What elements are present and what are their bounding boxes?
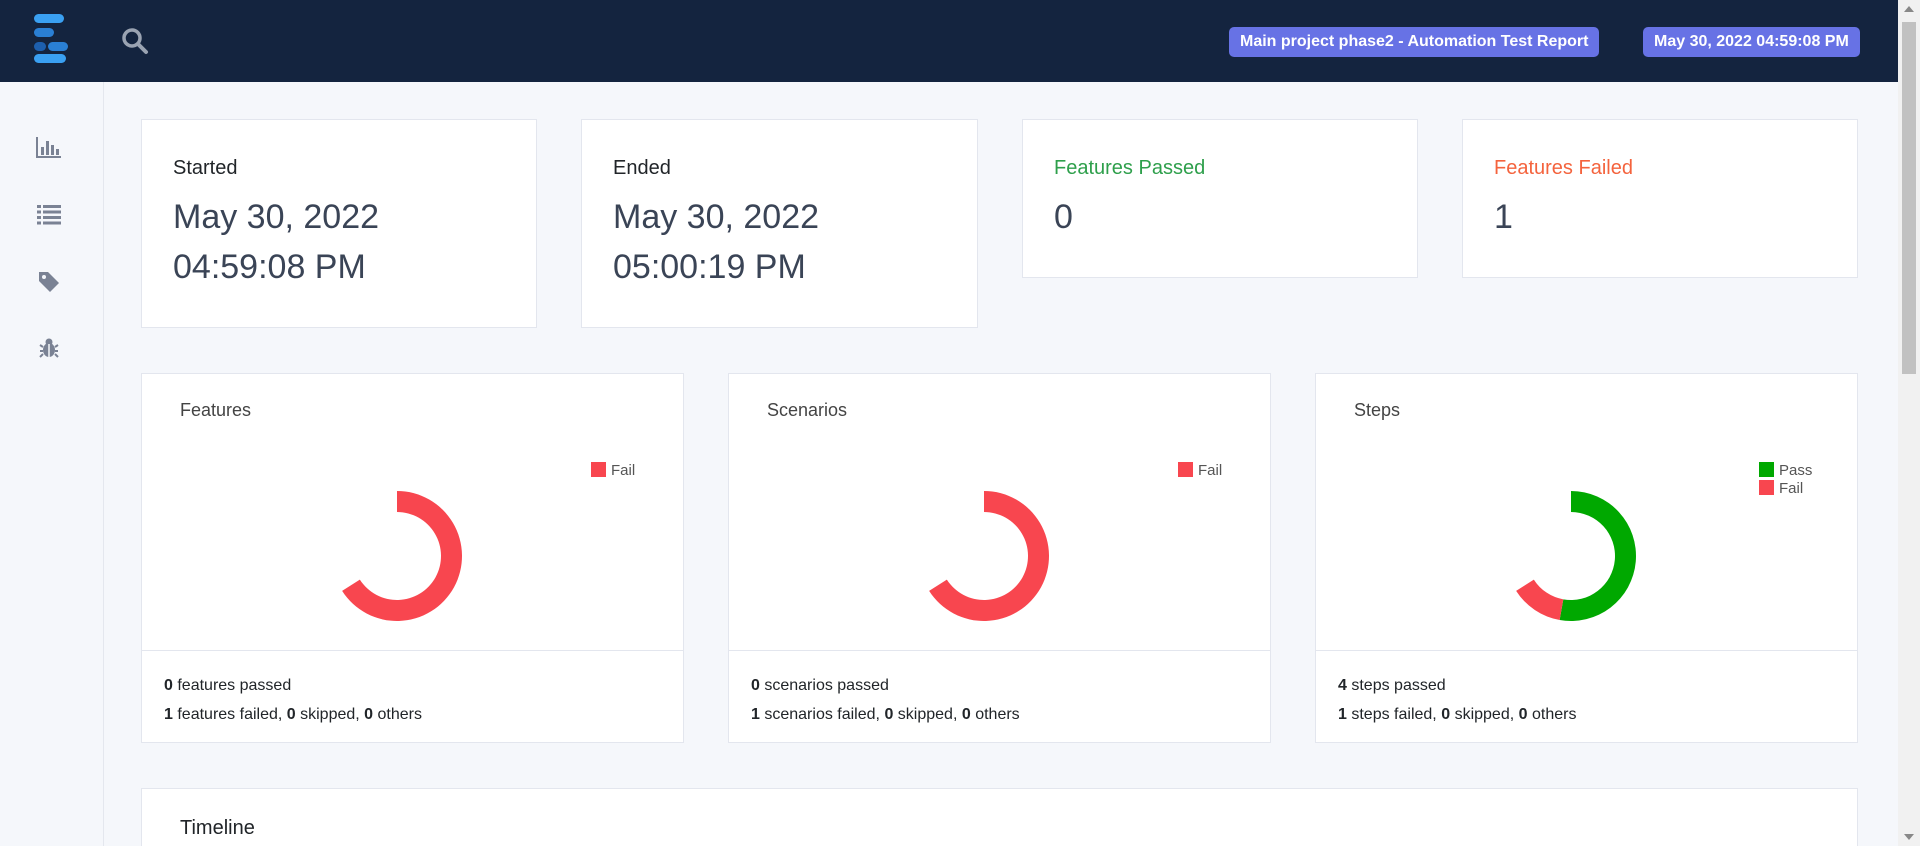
legend-label-fail: Fail xyxy=(611,462,635,479)
others-count: 0 xyxy=(1518,706,1528,723)
extent-logo[interactable] xyxy=(32,14,76,64)
features-failed-value: 1 xyxy=(1494,198,1513,236)
features-passed-card: Features Passed 0 xyxy=(1022,119,1418,278)
others-text: others xyxy=(1531,706,1577,723)
sidebar-item-tags[interactable] xyxy=(33,266,65,298)
passed-count: 0 xyxy=(751,677,760,694)
sidebar-item-exceptions[interactable] xyxy=(33,332,65,364)
scroll-up-arrow-icon[interactable] xyxy=(1904,6,1914,12)
steps-chart-card: Steps Pass Fail 4 steps passed 1 steps fa… xyxy=(1315,373,1858,743)
started-value: May 30, 2022 04:59:08 PM xyxy=(173,198,380,286)
features-summary: 0 features passed 1 features failed, 0 s… xyxy=(142,650,683,744)
steps-summary: 4 steps passed 1 steps failed, 0 skipped… xyxy=(1316,650,1857,744)
features-donut-chart: Fail xyxy=(342,462,635,621)
skipped-text: skipped, xyxy=(1454,706,1515,723)
page-scrollbar[interactable] xyxy=(1898,0,1920,846)
failed-count: 1 xyxy=(751,706,760,723)
failed-count: 1 xyxy=(1338,706,1347,723)
passed-count: 0 xyxy=(164,677,173,694)
bar-chart-icon xyxy=(36,137,61,158)
donut-slice-fail[interactable] xyxy=(1516,579,1564,620)
scenarios-chart-card: Scenarios Fail 0 scenarios passed 1 scen… xyxy=(728,373,1271,743)
scenarios-donut-chart: Fail xyxy=(929,462,1222,621)
failed-text: steps failed, xyxy=(1351,706,1437,723)
passed-text: features passed xyxy=(177,677,292,694)
report-title-badge: Main project phase2 - Automation Test Re… xyxy=(1229,27,1600,57)
donut-slice-fail[interactable] xyxy=(929,491,1049,621)
skipped-text: skipped, xyxy=(897,706,958,723)
legend-swatch-fail xyxy=(1759,480,1774,495)
passed-text: steps passed xyxy=(1351,677,1446,694)
timeline-card: Timeline xyxy=(141,788,1858,846)
skipped-count: 0 xyxy=(286,706,296,723)
legend-swatch-pass xyxy=(1759,462,1774,477)
ended-card: Ended May 30, 2022 05:00:19 PM xyxy=(581,119,978,328)
donut-slice-fail[interactable] xyxy=(342,491,462,621)
legend-swatch-fail xyxy=(591,462,606,477)
sidebar-item-dashboard[interactable] xyxy=(33,131,65,163)
skipped-count: 0 xyxy=(884,706,894,723)
failed-text: features failed, xyxy=(177,706,283,723)
others-text: others xyxy=(377,706,422,723)
failed-text: scenarios failed, xyxy=(764,706,880,723)
started-card: Started May 30, 2022 04:59:08 PM xyxy=(141,119,537,328)
sidebar xyxy=(0,82,104,846)
search-icon[interactable] xyxy=(120,26,150,56)
skipped-count: 0 xyxy=(1441,706,1451,723)
bug-icon xyxy=(39,338,59,358)
legend-label-pass: Pass xyxy=(1779,462,1812,479)
chart-title: Features xyxy=(180,400,252,420)
legend-label-fail: Fail xyxy=(1198,462,1222,479)
features-failed-label: Features Failed xyxy=(1494,157,1633,179)
failed-count: 1 xyxy=(164,706,173,723)
others-text: others xyxy=(975,706,1020,723)
features-chart-card: Features Fail 0 features passed 1 featur… xyxy=(141,373,684,743)
scenarios-summary: 0 scenarios passed 1 scenarios failed, 0… xyxy=(729,650,1270,744)
features-passed-label: Features Passed xyxy=(1054,157,1206,179)
passed-count: 4 xyxy=(1338,677,1347,694)
features-failed-card: Features Failed 1 xyxy=(1462,119,1858,278)
legend-label-fail: Fail xyxy=(1779,480,1803,497)
tag-icon xyxy=(39,272,59,292)
sidebar-item-features[interactable] xyxy=(33,198,65,230)
chart-title: Scenarios xyxy=(767,400,848,420)
scrollbar-thumb[interactable] xyxy=(1902,22,1916,374)
features-passed-value: 0 xyxy=(1054,198,1073,236)
report-date-badge: May 30, 2022 04:59:08 PM xyxy=(1643,27,1860,57)
others-count: 0 xyxy=(961,706,971,723)
others-count: 0 xyxy=(364,706,374,723)
started-label: Started xyxy=(173,157,238,179)
donut-slice-pass[interactable] xyxy=(1559,491,1636,621)
chart-title: Steps xyxy=(1354,400,1401,420)
ended-label: Ended xyxy=(613,157,671,179)
ended-value: May 30, 2022 05:00:19 PM xyxy=(613,198,820,286)
list-icon xyxy=(37,205,61,225)
scroll-down-arrow-icon[interactable] xyxy=(1904,834,1914,840)
passed-text: scenarios passed xyxy=(764,677,889,694)
steps-donut-chart: PassFail xyxy=(1516,462,1812,621)
top-navbar: Main project phase2 - Automation Test Re… xyxy=(0,0,1898,82)
skipped-text: skipped, xyxy=(300,706,360,723)
legend-swatch-fail xyxy=(1178,462,1193,477)
timeline-title: Timeline xyxy=(180,817,255,839)
